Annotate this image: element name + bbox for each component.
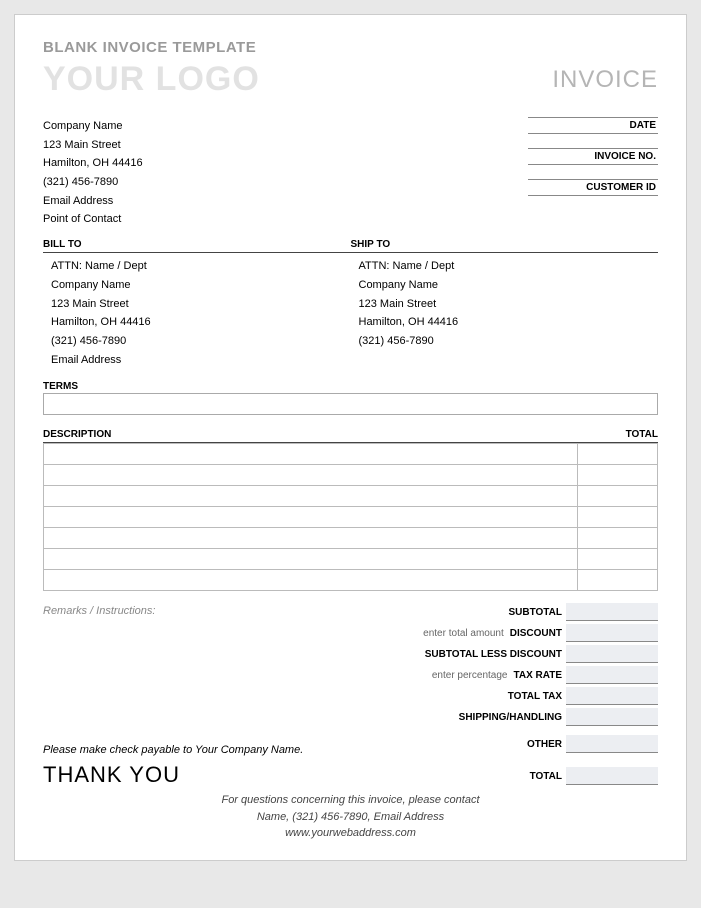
ship-to-street: 123 Main Street <box>359 295 659 314</box>
tax-rate-box[interactable] <box>566 666 658 684</box>
company-block: Company Name 123 Main Street Hamilton, O… <box>43 117 143 229</box>
terms-box[interactable] <box>43 393 658 415</box>
company-citystate: Hamilton, OH 44416 <box>43 154 143 173</box>
bill-to-phone: (321) 456-7890 <box>51 332 351 351</box>
subtotal-less-box[interactable] <box>566 645 658 663</box>
cell-desc[interactable] <box>44 465 578 486</box>
company-email: Email Address <box>43 192 143 211</box>
shipping-box[interactable] <box>566 708 658 726</box>
company-street: 123 Main Street <box>43 136 143 155</box>
cell-desc[interactable] <box>44 444 578 465</box>
address-row: BILL TO ATTN: Name / Dept Company Name 1… <box>43 239 658 369</box>
footer: For questions concerning this invoice, p… <box>43 792 658 842</box>
col-total: TOTAL <box>578 429 658 440</box>
payable-row: Please make check payable to Your Compan… <box>43 735 658 756</box>
invoice-heading: INVOICE <box>552 66 658 94</box>
bottom-row: Remarks / Instructions: SUBTOTAL enter t… <box>43 603 658 729</box>
items-table <box>43 443 658 591</box>
date-label: DATE <box>528 117 658 134</box>
company-meta-row: Company Name 123 Main Street Hamilton, O… <box>43 117 658 229</box>
cell-desc[interactable] <box>44 528 578 549</box>
tax-rate-label: TAX RATE <box>513 670 566 681</box>
total-label: TOTAL <box>338 771 566 782</box>
invoice-page: BLANK INVOICE TEMPLATE YOUR LOGO INVOICE… <box>14 14 687 861</box>
thank-you: THANK YOU <box>43 762 338 788</box>
subtotal-less-label: SUBTOTAL LESS DISCOUNT <box>338 649 566 660</box>
footer-line3: www.yourwebaddress.com <box>43 825 658 842</box>
table-row <box>44 444 658 465</box>
meta-block: DATE INVOICE NO. CUSTOMER ID <box>528 117 658 229</box>
cell-desc[interactable] <box>44 549 578 570</box>
ship-to-phone: (321) 456-7890 <box>359 332 659 351</box>
terms-label: TERMS <box>43 381 658 392</box>
bill-to-citystate: Hamilton, OH 44416 <box>51 313 351 332</box>
bill-to-col: BILL TO ATTN: Name / Dept Company Name 1… <box>43 239 351 369</box>
ship-to-label: SHIP TO <box>351 239 659 253</box>
bill-to-attn: ATTN: Name / Dept <box>51 257 351 276</box>
totals-col: SUBTOTAL enter total amountDISCOUNT SUBT… <box>338 603 658 729</box>
ship-to-attn: ATTN: Name / Dept <box>359 257 659 276</box>
subtotal-label: SUBTOTAL <box>338 607 566 618</box>
total-tax-box[interactable] <box>566 687 658 705</box>
table-row <box>44 465 658 486</box>
shipping-label: SHIPPING/HANDLING <box>338 712 566 723</box>
cell-total[interactable] <box>578 528 658 549</box>
cell-total[interactable] <box>578 570 658 591</box>
table-row <box>44 528 658 549</box>
cell-total[interactable] <box>578 486 658 507</box>
ship-to-citystate: Hamilton, OH 44416 <box>359 313 659 332</box>
table-row <box>44 570 658 591</box>
total-tax-label: TOTAL TAX <box>338 691 566 702</box>
col-description: DESCRIPTION <box>43 429 578 440</box>
remarks-label: Remarks / Instructions: <box>43 603 338 729</box>
cell-total[interactable] <box>578 465 658 486</box>
ship-to-col: SHIP TO ATTN: Name / Dept Company Name 1… <box>351 239 659 369</box>
ship-to-company: Company Name <box>359 276 659 295</box>
customer-id-label: CUSTOMER ID <box>528 179 658 196</box>
other-label: OTHER <box>338 739 566 750</box>
header-row: YOUR LOGO INVOICE <box>43 60 658 99</box>
company-name: Company Name <box>43 117 143 136</box>
tax-rate-hint: enter percentage <box>338 670 513 681</box>
cell-desc[interactable] <box>44 486 578 507</box>
other-box[interactable] <box>566 735 658 753</box>
discount-box[interactable] <box>566 624 658 642</box>
cell-total[interactable] <box>578 549 658 570</box>
items-header: DESCRIPTION TOTAL <box>43 429 658 443</box>
table-row <box>44 486 658 507</box>
company-contact: Point of Contact <box>43 210 143 229</box>
footer-line1: For questions concerning this invoice, p… <box>43 792 658 809</box>
bill-to-company: Company Name <box>51 276 351 295</box>
cell-desc[interactable] <box>44 570 578 591</box>
bill-to-street: 123 Main Street <box>51 295 351 314</box>
discount-hint: enter total amount <box>338 628 510 639</box>
bill-to-label: BILL TO <box>43 239 351 253</box>
total-box[interactable] <box>566 767 658 785</box>
table-row <box>44 507 658 528</box>
cell-total[interactable] <box>578 507 658 528</box>
payable-text: Please make check payable to Your Compan… <box>43 744 338 756</box>
discount-label: DISCOUNT <box>510 628 566 639</box>
footer-line2: Name, (321) 456-7890, Email Address <box>43 809 658 826</box>
template-title: BLANK INVOICE TEMPLATE <box>43 39 658 56</box>
invoice-no-label: INVOICE NO. <box>528 148 658 165</box>
cell-desc[interactable] <box>44 507 578 528</box>
bill-to-email: Email Address <box>51 351 351 370</box>
logo-placeholder: YOUR LOGO <box>43 60 260 99</box>
subtotal-box[interactable] <box>566 603 658 621</box>
company-phone: (321) 456-7890 <box>43 173 143 192</box>
table-row <box>44 549 658 570</box>
cell-total[interactable] <box>578 444 658 465</box>
